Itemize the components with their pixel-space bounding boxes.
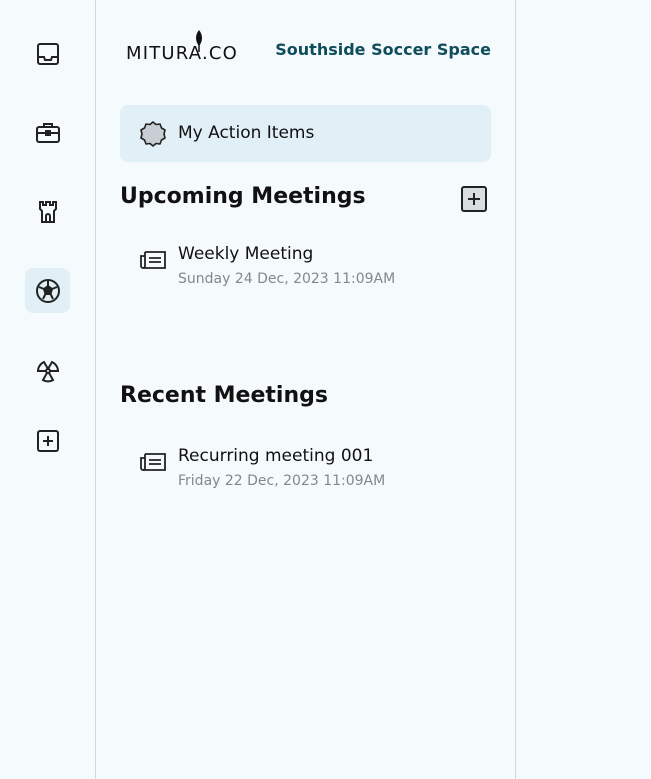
nav-radiation-button[interactable] xyxy=(25,348,70,393)
brand-logo[interactable]: MITURA.CO xyxy=(126,30,237,66)
soccer-ball-icon xyxy=(35,278,60,303)
newspaper-icon xyxy=(140,453,166,471)
upcoming-meetings-heading: Upcoming Meetings xyxy=(120,184,366,209)
nav-inbox-button[interactable] xyxy=(25,31,70,76)
castle-tower-icon xyxy=(38,200,57,223)
add-meeting-button[interactable] xyxy=(460,185,488,213)
upcoming-meeting-item[interactable]: Weekly Meeting Sunday 24 Dec, 2023 11:09… xyxy=(120,244,491,297)
nav-castle-button[interactable] xyxy=(25,189,70,234)
radiation-icon xyxy=(36,360,59,382)
action-items-label: My Action Items xyxy=(178,123,315,143)
newspaper-icon xyxy=(140,251,166,269)
space-panel: MITURA.CO Southside Soccer Space My Acti… xyxy=(96,0,516,779)
briefcase-icon xyxy=(35,122,60,143)
recent-meeting-item[interactable]: Recurring meeting 001 Friday 22 Dec, 202… xyxy=(120,446,491,499)
nav-soccer-button[interactable] xyxy=(25,268,70,313)
logo-text: MITURA.CO xyxy=(126,43,239,64)
leaf-icon xyxy=(196,30,202,52)
space-name[interactable]: Southside Soccer Space xyxy=(275,40,491,59)
nav-add-button[interactable] xyxy=(25,418,70,463)
badge-icon xyxy=(140,121,166,147)
add-square-icon xyxy=(36,429,59,452)
meeting-date: Friday 22 Dec, 2023 11:09AM xyxy=(178,473,386,489)
recent-meetings-heading: Recent Meetings xyxy=(120,383,328,408)
meeting-title: Recurring meeting 001 xyxy=(178,446,374,466)
my-action-items-button[interactable]: My Action Items xyxy=(120,105,491,162)
left-nav-rail xyxy=(0,0,96,779)
app-root: MITURA.CO Southside Soccer Space My Acti… xyxy=(0,0,651,779)
meeting-date: Sunday 24 Dec, 2023 11:09AM xyxy=(178,271,396,287)
inbox-icon xyxy=(36,42,59,65)
meeting-title: Weekly Meeting xyxy=(178,244,314,264)
nav-briefcase-button[interactable] xyxy=(25,110,70,155)
